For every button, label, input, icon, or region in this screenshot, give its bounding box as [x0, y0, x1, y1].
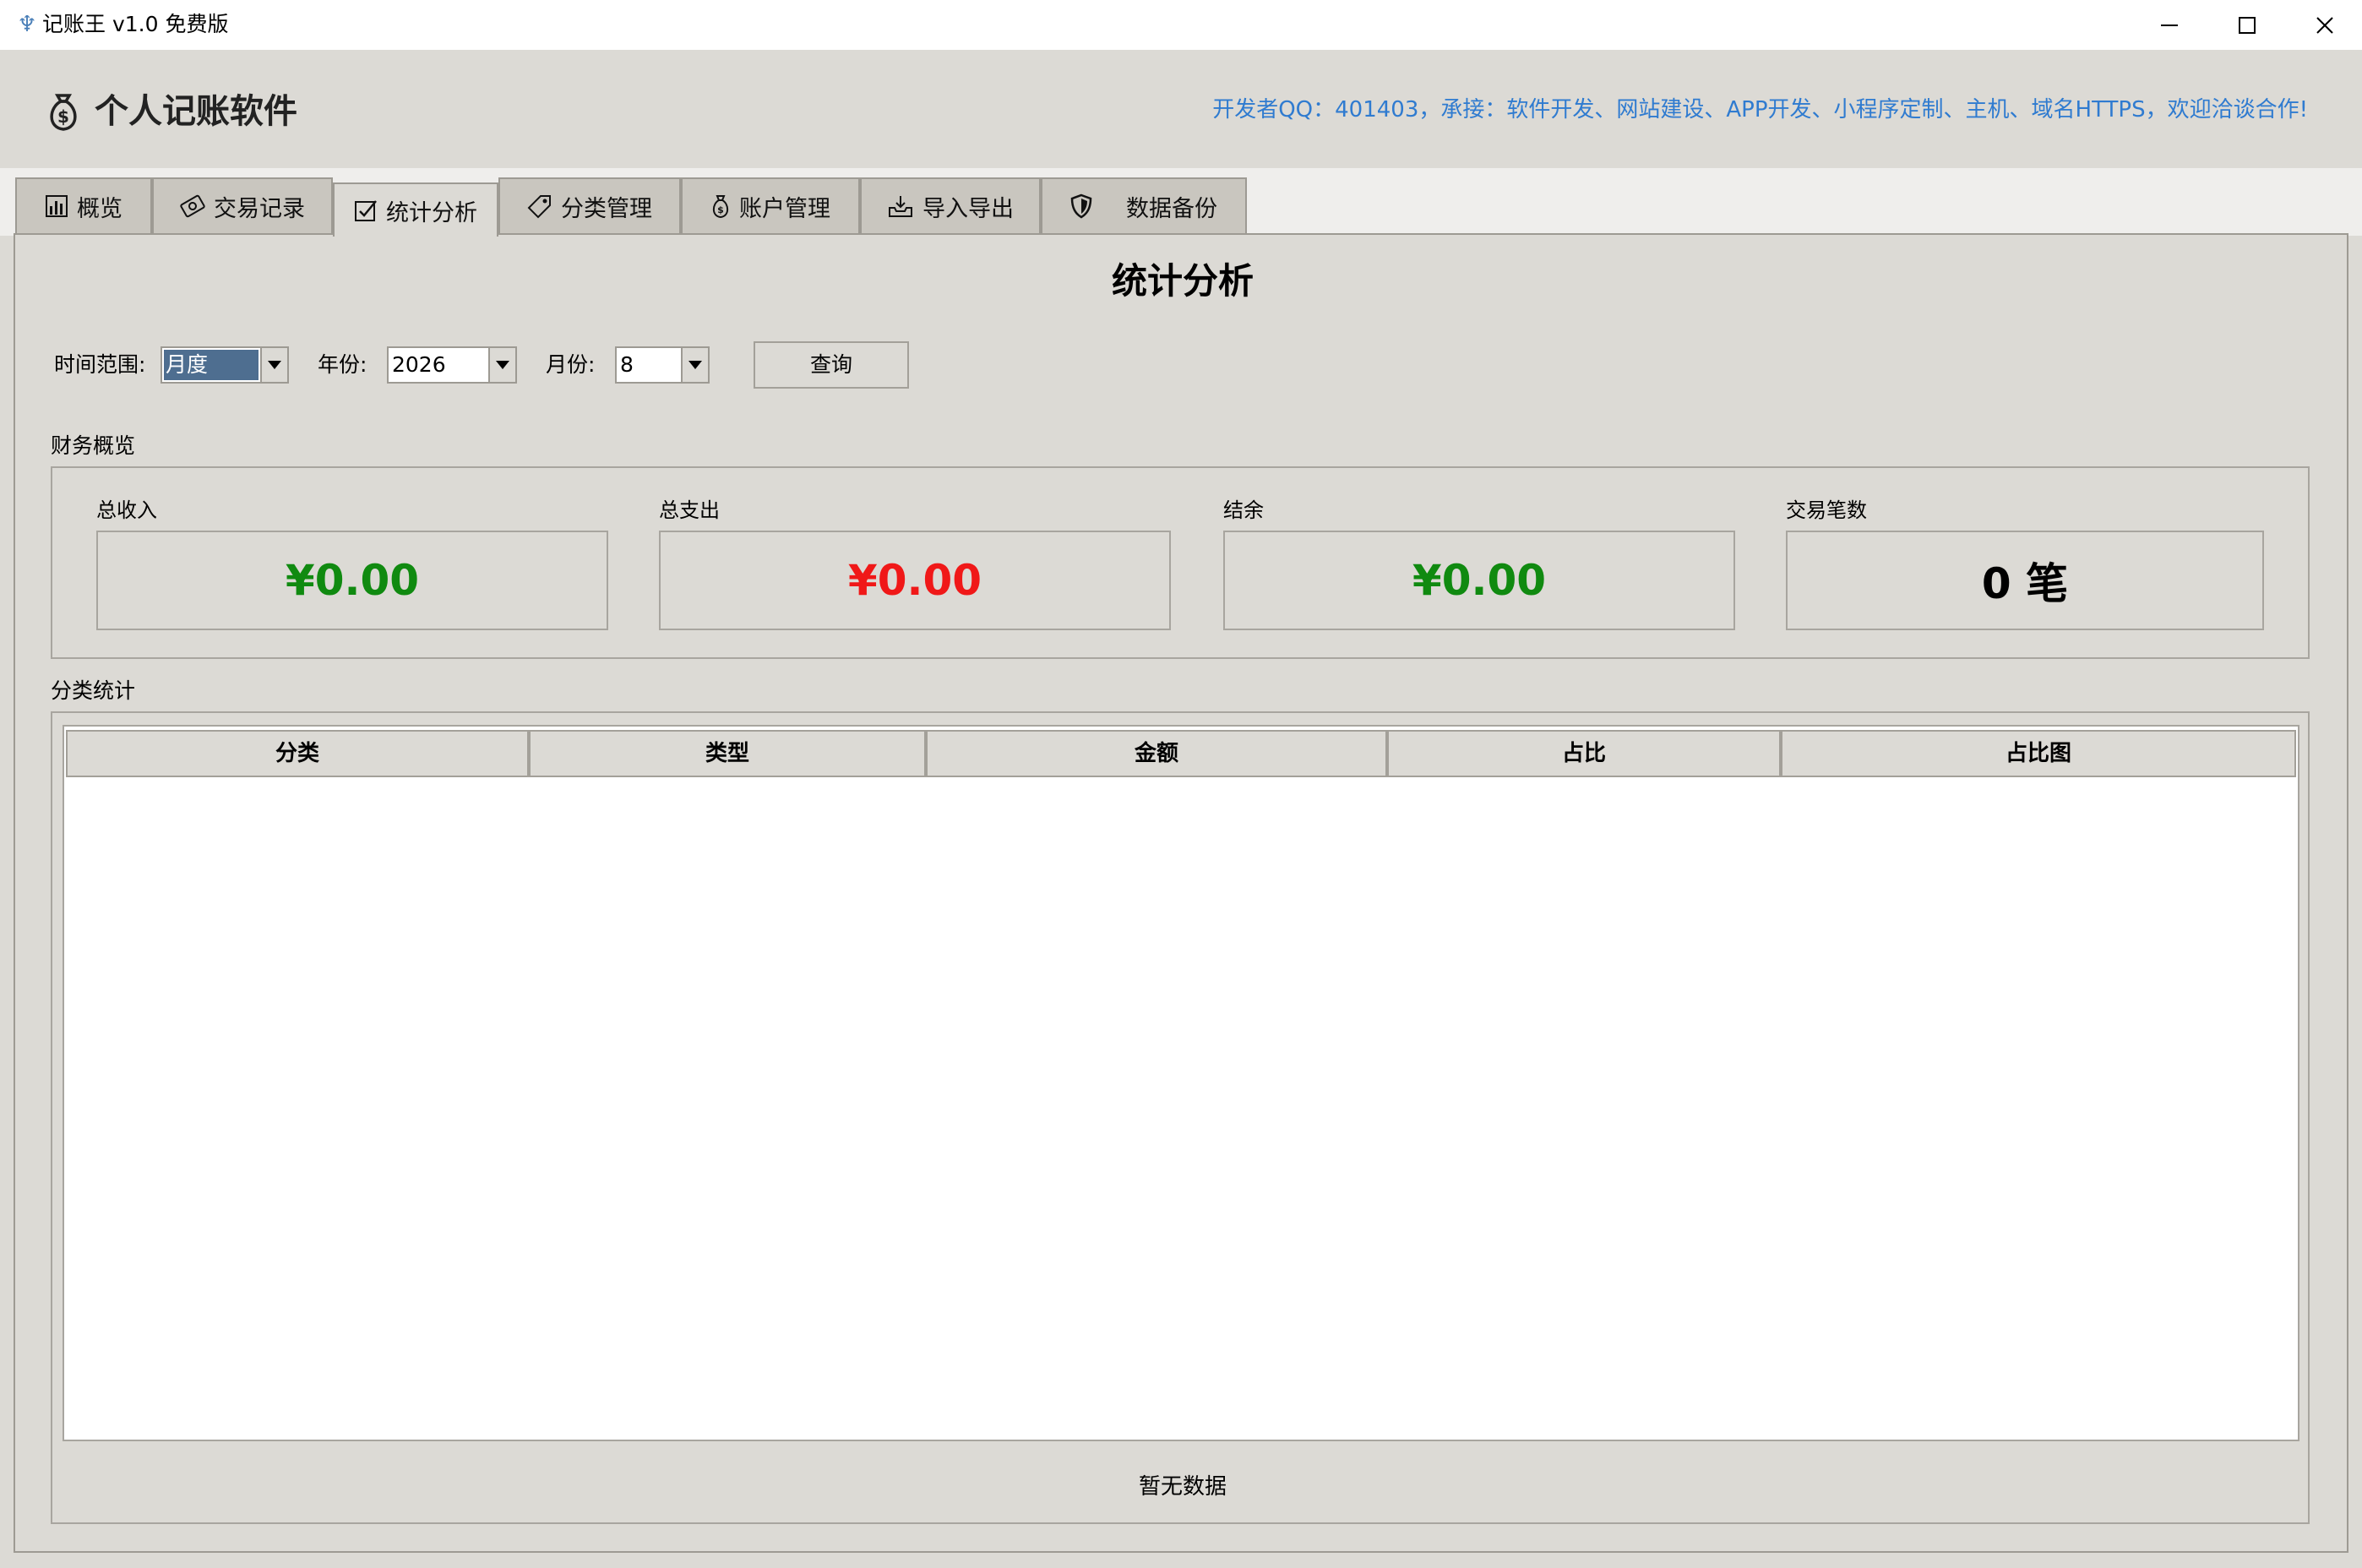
- month-value: 8: [620, 352, 634, 377]
- chevron-down-icon: [268, 361, 281, 369]
- category-group-label: 分类统计: [51, 678, 136, 703]
- income-card: ¥0.00: [96, 531, 608, 630]
- tab-label: 账户管理: [739, 195, 830, 222]
- bar-chart-icon: [46, 195, 68, 217]
- time-range-label: 时间范围:: [54, 352, 146, 377]
- dropdown-arrow-icon[interactable]: [260, 348, 287, 382]
- year-value: 2026: [392, 352, 446, 377]
- column-header-ratio[interactable]: 占比: [1387, 730, 1781, 777]
- overview-group-label: 财务概览: [51, 433, 136, 458]
- maximize-icon: [2239, 16, 2256, 34]
- minimize-icon: [2161, 24, 2178, 26]
- tab-label: 交易记录: [214, 195, 305, 222]
- checkbox-icon: [355, 200, 377, 221]
- tab-transactions[interactable]: 交易记录: [152, 177, 333, 233]
- month-select[interactable]: 8: [615, 346, 710, 384]
- query-button[interactable]: 查询: [754, 341, 909, 389]
- svg-text:$: $: [717, 204, 724, 215]
- money-bag-icon: $: [50, 94, 77, 131]
- expense-card: ¥0.00: [659, 531, 1171, 630]
- developer-note: 开发者QQ：401403，承接：软件开发、网站建设、APP开发、小程序定制、主机…: [1212, 97, 2308, 122]
- tab-data-backup[interactable]: 数据备份: [1041, 177, 1247, 233]
- column-header-type[interactable]: 类型: [529, 730, 926, 777]
- dropdown-arrow-icon[interactable]: [488, 348, 515, 382]
- svg-text:$: $: [57, 106, 69, 127]
- column-header-ratio-chart[interactable]: 占比图: [1781, 730, 2296, 777]
- chevron-down-icon: [496, 361, 509, 369]
- column-header-category[interactable]: 分类: [66, 730, 529, 777]
- dropdown-arrow-icon[interactable]: [681, 348, 708, 382]
- close-button[interactable]: [2286, 0, 2362, 50]
- minimize-button[interactable]: [2131, 0, 2208, 50]
- month-label: 月份:: [546, 352, 596, 377]
- shield-icon: [1070, 193, 1092, 219]
- tab-statistics[interactable]: 统计分析: [333, 182, 498, 237]
- tab-label: 导入导出: [922, 195, 1014, 222]
- money-icon: [180, 194, 205, 218]
- tab-overview[interactable]: 概览: [15, 177, 152, 233]
- tab-account-management[interactable]: $ 账户管理: [681, 177, 860, 233]
- tab-label: 概览: [77, 195, 122, 222]
- close-icon: [2316, 16, 2333, 34]
- tag-icon: [527, 195, 551, 219]
- balance-label: 结余: [1223, 498, 1264, 522]
- year-select[interactable]: 2026: [387, 346, 517, 384]
- maximize-button[interactable]: [2208, 0, 2286, 50]
- column-header-amount[interactable]: 金额: [926, 730, 1387, 777]
- year-label: 年份:: [318, 352, 367, 377]
- chevron-down-icon: [688, 361, 702, 369]
- time-range-value: 月度: [164, 350, 259, 380]
- inbox-tray-icon: [889, 196, 912, 217]
- empty-state-text: 暂无数据: [1138, 1474, 1227, 1500]
- tab-import-export[interactable]: 导入导出: [860, 177, 1041, 233]
- time-range-select[interactable]: 月度: [161, 346, 289, 384]
- window-title: 记账王 v1.0 免费版: [42, 12, 229, 36]
- tab-label: 分类管理: [561, 195, 652, 222]
- balance-card: ¥0.00: [1223, 531, 1735, 630]
- tab-category-management[interactable]: 分类管理: [498, 177, 681, 233]
- category-table[interactable]: [63, 725, 2299, 1441]
- income-label: 总收入: [96, 498, 157, 522]
- app-title: 个人记账软件: [95, 92, 297, 131]
- money-bag-icon: $: [712, 195, 729, 219]
- page-title: 统计分析: [1111, 260, 1254, 302]
- transaction-count-card: 0 笔: [1786, 531, 2264, 630]
- app-title-group: $ 个人记账软件: [44, 86, 297, 137]
- tab-label: 统计分析: [386, 199, 477, 226]
- tab-label: 数据备份: [1126, 195, 1217, 222]
- transaction-count-label: 交易笔数: [1786, 498, 1867, 522]
- title-bar: [0, 0, 2362, 50]
- app-icon: ♆: [17, 12, 37, 37]
- expense-label: 总支出: [659, 498, 720, 522]
